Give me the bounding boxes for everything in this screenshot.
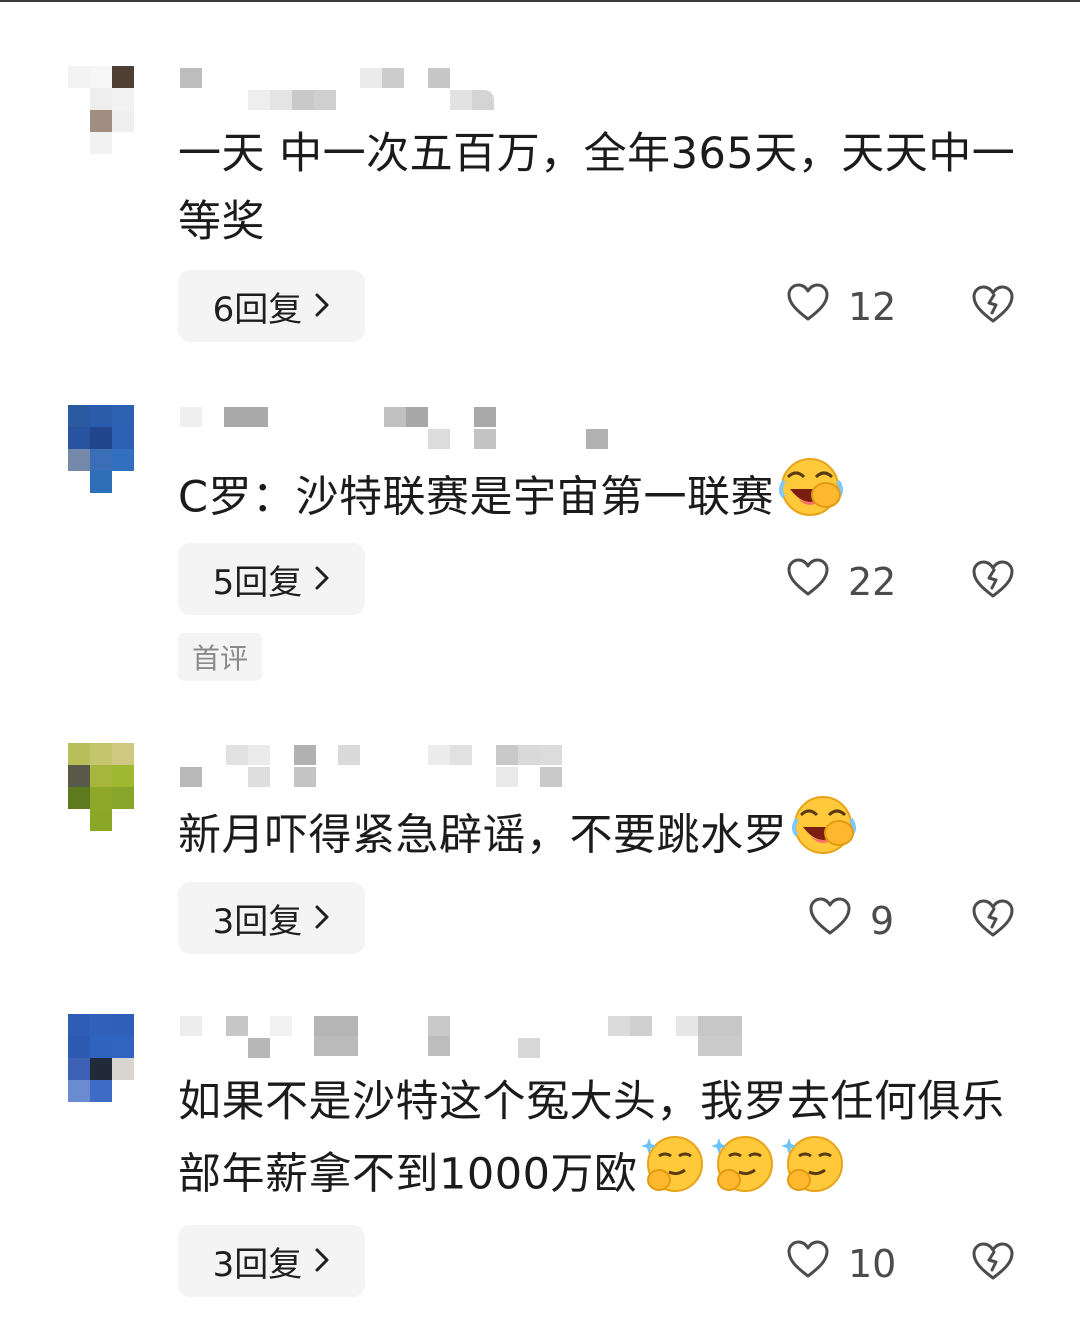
heart-outline-icon [786,557,848,606]
reply-count: 3回复 [212,901,303,942]
broken-heart-icon [970,1242,1016,1285]
dislike-button[interactable] [970,898,1016,942]
like-count: 12 [848,284,897,329]
view-replies-button[interactable]: 3回复 [178,1225,365,1297]
like-button[interactable]: 10 [786,1239,896,1288]
username-blurred[interactable] [178,405,778,455]
heart-outline-icon [786,282,848,331]
like-button[interactable]: 9 [808,896,894,945]
avatar[interactable] [68,743,136,833]
view-replies-button[interactable]: 5回复 [178,543,365,615]
username-blurred[interactable] [178,1014,778,1064]
broken-heart-icon [970,560,1016,603]
first-comment-badge: 首评 [178,633,262,681]
dislike-button[interactable] [970,1241,1016,1285]
like-button[interactable]: 22 [786,557,896,606]
avatar[interactable] [68,1014,136,1104]
dislike-button[interactable] [970,559,1016,603]
like-count: 9 [870,898,895,943]
username-blurred[interactable] [178,743,778,793]
view-replies-button[interactable]: 6回复 [178,270,365,342]
laugh-cry-emoji [789,793,859,875]
reply-count: 6回复 [212,289,303,330]
comment-text: 一天 中一次五百万，全年365天，天天中一等奖 [178,129,1016,247]
reply-count: 5回复 [212,562,303,603]
like-count: 22 [848,559,897,604]
chevron-right-icon [314,560,330,600]
view-replies-button[interactable]: 3回复 [178,882,365,954]
username-blurred[interactable] [178,66,778,116]
laugh-cry-emoji [776,455,846,537]
top-divider [0,0,1080,2]
smug-thinking-emoji [639,1132,707,1214]
like-count: 10 [848,1241,897,1286]
comment-text: 如果不是沙特这个冤大头，我罗去任何俱乐部年薪拿不到1000万欧 [178,1068,1018,1218]
smug-thinking-emoji [779,1132,847,1214]
heart-outline-icon [786,1239,848,1288]
chevron-right-icon [314,287,330,327]
comment-text: C罗：沙特联赛是宇宙第一联赛 [178,458,1018,541]
avatar[interactable] [68,66,136,156]
reply-count: 3回复 [212,1244,303,1285]
avatar[interactable] [68,405,136,495]
chevron-right-icon [314,899,330,939]
smug-thinking-emoji [709,1132,777,1214]
chevron-right-icon [314,1242,330,1282]
comment-text: 新月吓得紧急辟谣，不要跳水罗 [178,796,1018,879]
broken-heart-icon [970,285,1016,328]
heart-outline-icon [808,896,870,945]
like-button[interactable]: 12 [786,282,896,331]
dislike-button[interactable] [970,284,1016,328]
broken-heart-icon [970,899,1016,942]
